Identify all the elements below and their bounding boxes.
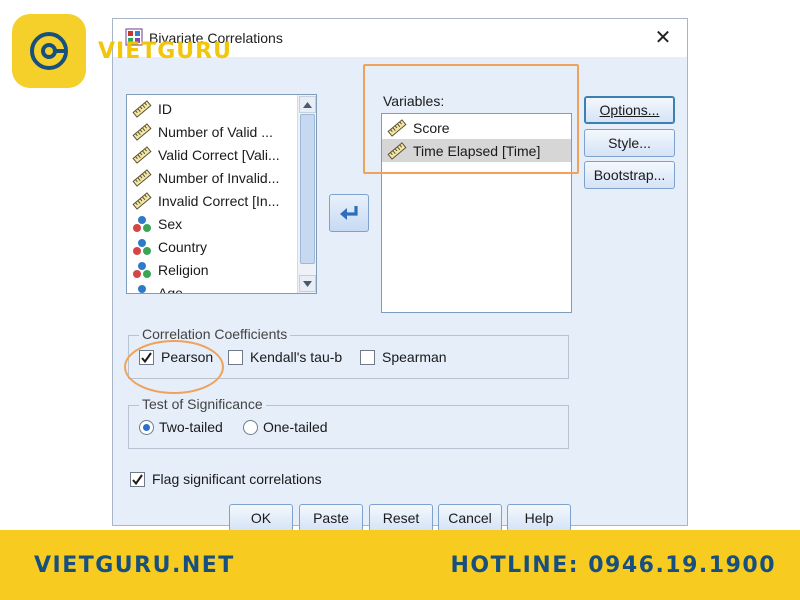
flag-significant-label: Flag significant correlations bbox=[152, 471, 322, 487]
logo-badge-icon bbox=[12, 14, 86, 88]
source-variable-item-label: Age bbox=[158, 284, 183, 294]
close-icon: ✕ bbox=[654, 26, 672, 49]
spearman-checkbox[interactable]: Spearman bbox=[360, 349, 447, 365]
scroll-down-button[interactable] bbox=[299, 275, 316, 292]
variables-label: Variables: bbox=[383, 93, 445, 109]
nominal-icon bbox=[135, 284, 149, 293]
scroll-thumb[interactable] bbox=[300, 114, 315, 264]
style-button-label: Style... bbox=[608, 135, 651, 151]
target-variable-item[interactable]: Score bbox=[382, 116, 571, 139]
nominal-icon bbox=[133, 261, 151, 278]
cancel-button-label: Cancel bbox=[448, 510, 492, 526]
triangle-down-icon bbox=[303, 280, 312, 287]
one-tailed-radio-circle bbox=[243, 419, 258, 435]
ok-button[interactable]: OK bbox=[229, 504, 293, 532]
correlation-coefficients-title: Correlation Coefficients bbox=[139, 326, 291, 342]
source-variable-item-label: Sex bbox=[158, 215, 183, 232]
source-variable-list[interactable]: ID Number of Valid ... Valid Correct [Vali… bbox=[126, 94, 317, 294]
test-of-significance-group: Test of Significance Two-tailed One-tail… bbox=[128, 396, 569, 449]
reset-button[interactable]: Reset bbox=[369, 504, 433, 532]
source-variable-item-label: Valid Correct [Vali... bbox=[158, 146, 280, 163]
source-variable-item[interactable]: Age bbox=[127, 281, 296, 294]
footer-website: VIETGURU.NET bbox=[34, 552, 235, 578]
footer-banner: VIETGURU.NET HOTLINE: 0946.19.1900 bbox=[0, 530, 800, 600]
target-variable-item-label: Score bbox=[413, 119, 450, 136]
help-button-label: Help bbox=[524, 510, 554, 526]
ruler-scale-icon bbox=[132, 168, 152, 187]
source-variable-item-label: ID bbox=[158, 100, 172, 117]
nominal-icon bbox=[133, 238, 151, 255]
correlation-coefficients-group: Correlation Coefficients Pearson Kendall… bbox=[128, 326, 569, 379]
bootstrap-button[interactable]: Bootstrap... bbox=[584, 161, 675, 189]
two-tailed-radio[interactable]: Two-tailed bbox=[139, 419, 223, 435]
vietguru-logo: VIETGURU bbox=[12, 14, 232, 88]
ruler-scale-icon bbox=[132, 122, 152, 141]
page: VIETGURU Bivariate Correlations ✕ ID Numb… bbox=[0, 0, 800, 600]
triangle-up-icon bbox=[303, 101, 312, 108]
source-variable-item[interactable]: Number of Valid ... bbox=[127, 120, 296, 143]
paste-button[interactable]: Paste bbox=[299, 504, 363, 532]
logo-text: VIETGURU bbox=[98, 38, 232, 64]
source-list-scrollbar[interactable] bbox=[297, 95, 316, 293]
source-variable-item-label: Number of Valid ... bbox=[158, 123, 273, 140]
source-variable-item-label: Number of Invalid... bbox=[158, 169, 280, 186]
move-variable-button[interactable] bbox=[329, 194, 369, 232]
source-variable-item[interactable]: Religion bbox=[127, 258, 296, 281]
ruler-scale-icon bbox=[387, 118, 407, 137]
two-tailed-label: Two-tailed bbox=[159, 419, 223, 435]
target-variable-list[interactable]: Score Time Elapsed [Time] bbox=[381, 113, 572, 313]
help-button[interactable]: Help bbox=[507, 504, 571, 532]
bivariate-correlations-dialog: Bivariate Correlations ✕ ID Number of Val… bbox=[112, 18, 688, 532]
spearman-checkbox-box bbox=[360, 349, 375, 365]
nominal-icon bbox=[133, 215, 151, 232]
kendall-checkbox-box bbox=[228, 349, 243, 365]
source-variable-item[interactable]: Invalid Correct [In... bbox=[127, 189, 296, 212]
source-variable-item[interactable]: Valid Correct [Vali... bbox=[127, 143, 296, 166]
footer-hotline: HOTLINE: 0946.19.1900 bbox=[450, 552, 776, 578]
kendall-label: Kendall's tau-b bbox=[250, 349, 343, 365]
ruler-scale-icon bbox=[132, 191, 152, 210]
ruler-scale-icon bbox=[132, 145, 152, 164]
source-variable-item[interactable]: Number of Invalid... bbox=[127, 166, 296, 189]
two-tailed-radio-circle bbox=[139, 419, 154, 435]
bootstrap-button-label: Bootstrap... bbox=[593, 167, 666, 183]
checkmark-icon bbox=[141, 351, 152, 363]
paste-button-label: Paste bbox=[313, 510, 349, 526]
ruler-scale-icon bbox=[132, 99, 152, 118]
ok-button-label: OK bbox=[250, 510, 272, 526]
radio-selected-dot bbox=[143, 423, 150, 431]
ruler-scale-icon bbox=[387, 141, 407, 160]
target-variable-item-label: Time Elapsed [Time] bbox=[413, 142, 541, 159]
pearson-label: Pearson bbox=[161, 349, 214, 365]
spearman-label: Spearman bbox=[382, 349, 447, 365]
target-variable-items: Score Time Elapsed [Time] bbox=[382, 114, 571, 162]
target-variable-item[interactable]: Time Elapsed [Time] bbox=[382, 139, 571, 162]
pearson-checkbox[interactable]: Pearson bbox=[139, 349, 213, 365]
source-variable-item-label: Invalid Correct [In... bbox=[158, 192, 280, 209]
options-button[interactable]: Options... bbox=[584, 96, 675, 124]
source-variable-item[interactable]: Sex bbox=[127, 212, 296, 235]
source-variable-item-label: Religion bbox=[158, 261, 209, 278]
pearson-checkbox-box bbox=[139, 349, 154, 365]
test-of-significance-title: Test of Significance bbox=[139, 396, 266, 412]
source-variable-item[interactable]: ID bbox=[127, 97, 296, 120]
kendall-checkbox[interactable]: Kendall's tau-b bbox=[228, 349, 342, 365]
checkmark-icon bbox=[132, 473, 143, 485]
one-tailed-label: One-tailed bbox=[263, 419, 328, 435]
close-button[interactable]: ✕ bbox=[651, 25, 675, 49]
reset-button-label: Reset bbox=[382, 510, 420, 526]
flag-significant-checkbox[interactable]: Flag significant correlations bbox=[130, 471, 322, 487]
flag-checkbox-box bbox=[130, 471, 145, 487]
source-variable-item[interactable]: Country bbox=[127, 235, 296, 258]
scroll-up-button[interactable] bbox=[299, 96, 316, 113]
one-tailed-radio[interactable]: One-tailed bbox=[243, 419, 328, 435]
options-button-label: Options... bbox=[599, 102, 660, 118]
dialog-body: ID Number of Valid ... Valid Correct [Vali… bbox=[113, 57, 687, 532]
return-arrow-icon bbox=[340, 206, 358, 220]
style-button[interactable]: Style... bbox=[584, 129, 675, 157]
source-variable-items: ID Number of Valid ... Valid Correct [Vali… bbox=[127, 95, 296, 294]
cancel-button[interactable]: Cancel bbox=[438, 504, 502, 532]
source-variable-item-label: Country bbox=[158, 238, 208, 255]
